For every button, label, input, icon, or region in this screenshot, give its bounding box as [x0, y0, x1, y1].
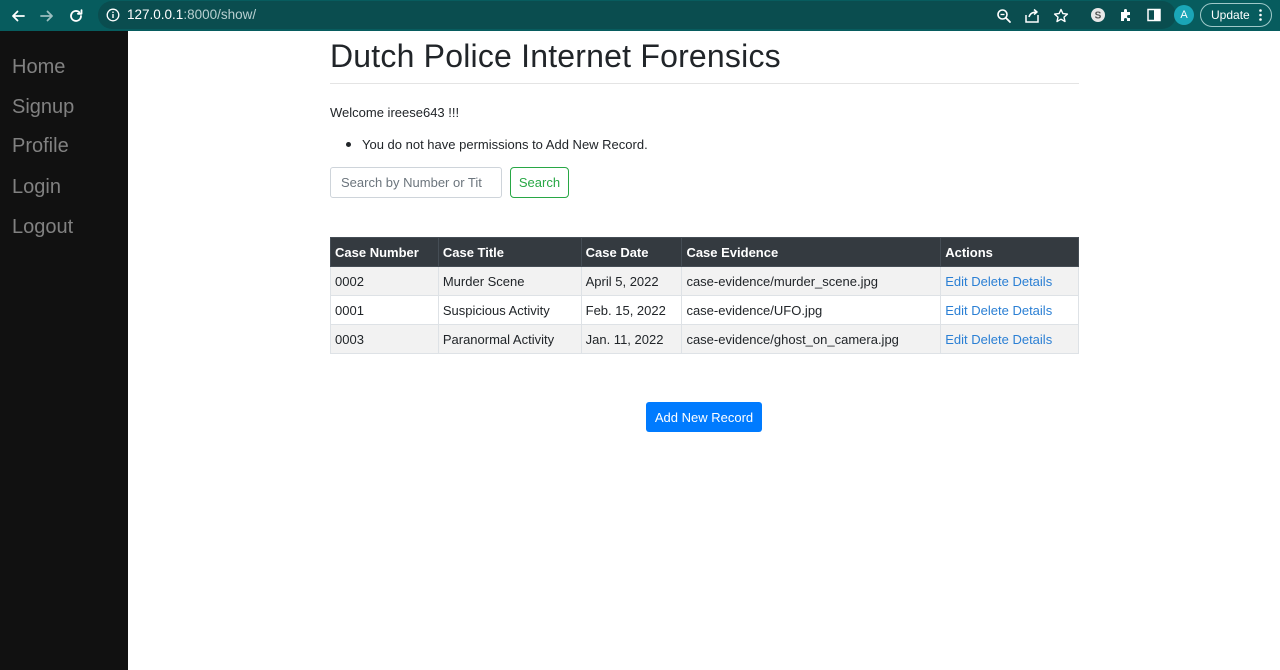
- header-case-evidence: Case Evidence: [681, 237, 942, 267]
- cell-case-evidence: case-evidence/UFO.jpg: [681, 295, 942, 325]
- side-panel-icon[interactable]: [1146, 7, 1162, 23]
- site-info-icon[interactable]: [106, 8, 120, 22]
- header-case-date: Case Date: [580, 237, 683, 267]
- search-button[interactable]: Search: [510, 167, 569, 198]
- delete-link[interactable]: Delete: [971, 303, 1009, 318]
- extensions-puzzle-icon[interactable]: [1118, 7, 1134, 23]
- back-icon[interactable]: [7, 5, 29, 27]
- cell-actions: Edit Delete Details: [940, 324, 1079, 354]
- table-row: 0001 Suspicious Activity Feb. 15, 2022 c…: [330, 295, 1079, 325]
- table-header-row: Case Number Case Title Case Date Case Ev…: [330, 237, 1079, 267]
- browser-toolbar: 127.0.0.1:8000/show/ S A Update: [0, 0, 1280, 31]
- bookmark-star-icon[interactable]: [1053, 8, 1069, 24]
- cell-case-number: 0002: [330, 266, 439, 296]
- cell-case-number: 0001: [330, 295, 439, 325]
- table-row: 0003 Paranormal Activity Jan. 11, 2022 c…: [330, 324, 1079, 354]
- cell-case-date: Jan. 11, 2022: [580, 324, 683, 354]
- forward-icon[interactable]: [36, 5, 58, 27]
- sidebar-item-signup[interactable]: Signup: [12, 96, 74, 119]
- update-label: Update: [1211, 8, 1250, 22]
- menu-dots-icon[interactable]: [1259, 9, 1262, 21]
- address-bar[interactable]: 127.0.0.1:8000/show/: [98, 1, 1176, 29]
- cell-case-title: Murder Scene: [437, 266, 582, 296]
- sidebar-item-logout[interactable]: Logout: [12, 216, 73, 239]
- edit-link[interactable]: Edit: [945, 274, 967, 289]
- header-case-title: Case Title: [437, 237, 582, 267]
- cell-case-evidence: case-evidence/murder_scene.jpg: [681, 266, 942, 296]
- search-input[interactable]: [330, 167, 502, 198]
- page-title: Dutch Police Internet Forensics: [330, 38, 781, 74]
- details-link[interactable]: Details: [1012, 332, 1052, 347]
- cell-case-date: April 5, 2022: [580, 266, 683, 296]
- cell-case-date: Feb. 15, 2022: [580, 295, 683, 325]
- cell-case-title: Paranormal Activity: [437, 324, 582, 354]
- cell-case-title: Suspicious Activity: [437, 295, 582, 325]
- delete-link[interactable]: Delete: [971, 274, 1009, 289]
- profile-avatar[interactable]: A: [1174, 5, 1194, 25]
- header-actions: Actions: [940, 237, 1079, 267]
- bullet-icon: [346, 142, 351, 147]
- permission-message: You do not have permissions to Add New R…: [362, 137, 648, 152]
- cell-case-evidence: case-evidence/ghost_on_camera.jpg: [681, 324, 942, 354]
- url-host: 127.0.0.1: [127, 7, 184, 22]
- svg-text:S: S: [1095, 11, 1102, 22]
- edit-link[interactable]: Edit: [945, 303, 967, 318]
- details-link[interactable]: Details: [1012, 274, 1052, 289]
- share-icon[interactable]: [1024, 8, 1040, 24]
- reload-icon[interactable]: [65, 5, 87, 27]
- delete-link[interactable]: Delete: [971, 332, 1009, 347]
- url-path: :8000/show/: [183, 7, 257, 22]
- edit-link[interactable]: Edit: [945, 332, 967, 347]
- title-divider: [330, 83, 1079, 84]
- sidebar: Home Signup Profile Login Logout: [0, 31, 128, 670]
- header-case-number: Case Number: [330, 237, 439, 267]
- sidebar-item-profile[interactable]: Profile: [12, 135, 69, 158]
- sidebar-item-home[interactable]: Home: [12, 56, 65, 79]
- details-link[interactable]: Details: [1012, 303, 1052, 318]
- table-row: 0002 Murder Scene April 5, 2022 case-evi…: [330, 266, 1079, 296]
- cases-table: Case Number Case Title Case Date Case Ev…: [330, 237, 1079, 354]
- zoom-icon[interactable]: [996, 8, 1012, 24]
- cell-actions: Edit Delete Details: [940, 295, 1079, 325]
- update-button[interactable]: Update: [1200, 3, 1272, 27]
- skype-extension-icon[interactable]: S: [1090, 7, 1106, 23]
- sidebar-item-login[interactable]: Login: [12, 176, 61, 199]
- cell-case-number: 0003: [330, 324, 439, 354]
- add-new-record-button[interactable]: Add New Record: [646, 402, 762, 432]
- welcome-message: Welcome ireese643 !!!: [330, 105, 460, 120]
- url-text[interactable]: 127.0.0.1:8000/show/: [127, 7, 256, 22]
- cell-actions: Edit Delete Details: [940, 266, 1079, 296]
